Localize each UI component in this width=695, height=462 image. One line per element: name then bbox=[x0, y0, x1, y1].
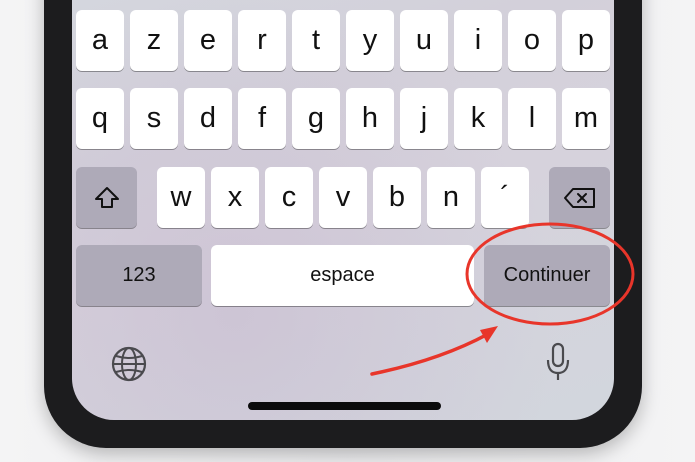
key-acute-accent[interactable]: ´ bbox=[481, 167, 529, 228]
key-a[interactable]: a bbox=[76, 10, 124, 71]
key-p[interactable]: p bbox=[562, 10, 610, 71]
key-s[interactable]: s bbox=[130, 88, 178, 149]
continue-key[interactable]: Continuer bbox=[484, 245, 610, 306]
key-y[interactable]: y bbox=[346, 10, 394, 71]
key-u[interactable]: u bbox=[400, 10, 448, 71]
key-r[interactable]: r bbox=[238, 10, 286, 71]
key-n[interactable]: n bbox=[427, 167, 475, 228]
key-t[interactable]: t bbox=[292, 10, 340, 71]
key-m[interactable]: m bbox=[562, 88, 610, 149]
key-c[interactable]: c bbox=[265, 167, 313, 228]
backspace-icon bbox=[563, 187, 595, 208]
key-o[interactable]: o bbox=[508, 10, 556, 71]
backspace-key[interactable] bbox=[549, 167, 610, 228]
key-q[interactable]: q bbox=[76, 88, 124, 149]
key-j[interactable]: j bbox=[400, 88, 448, 149]
key-x[interactable]: x bbox=[211, 167, 259, 228]
screenshot-stage: a z e r t y u i o p q s d f g h j k l m … bbox=[0, 0, 695, 462]
key-k[interactable]: k bbox=[454, 88, 502, 149]
numbers-key[interactable]: 123 bbox=[76, 245, 202, 306]
key-f[interactable]: f bbox=[238, 88, 286, 149]
key-d[interactable]: d bbox=[184, 88, 232, 149]
key-l[interactable]: l bbox=[508, 88, 556, 149]
key-i[interactable]: i bbox=[454, 10, 502, 71]
key-h[interactable]: h bbox=[346, 88, 394, 149]
key-z[interactable]: z bbox=[130, 10, 178, 71]
key-b[interactable]: b bbox=[373, 167, 421, 228]
key-g[interactable]: g bbox=[292, 88, 340, 149]
shift-icon bbox=[94, 186, 119, 208]
globe-button[interactable] bbox=[110, 345, 148, 383]
globe-icon bbox=[111, 346, 147, 382]
space-key[interactable]: espace bbox=[211, 245, 474, 306]
key-w[interactable]: w bbox=[157, 167, 205, 228]
microphone-icon bbox=[546, 342, 570, 380]
shift-key[interactable] bbox=[76, 167, 137, 228]
home-indicator bbox=[248, 402, 441, 410]
key-v[interactable]: v bbox=[319, 167, 367, 228]
dictation-button[interactable] bbox=[545, 342, 571, 384]
key-e[interactable]: e bbox=[184, 10, 232, 71]
